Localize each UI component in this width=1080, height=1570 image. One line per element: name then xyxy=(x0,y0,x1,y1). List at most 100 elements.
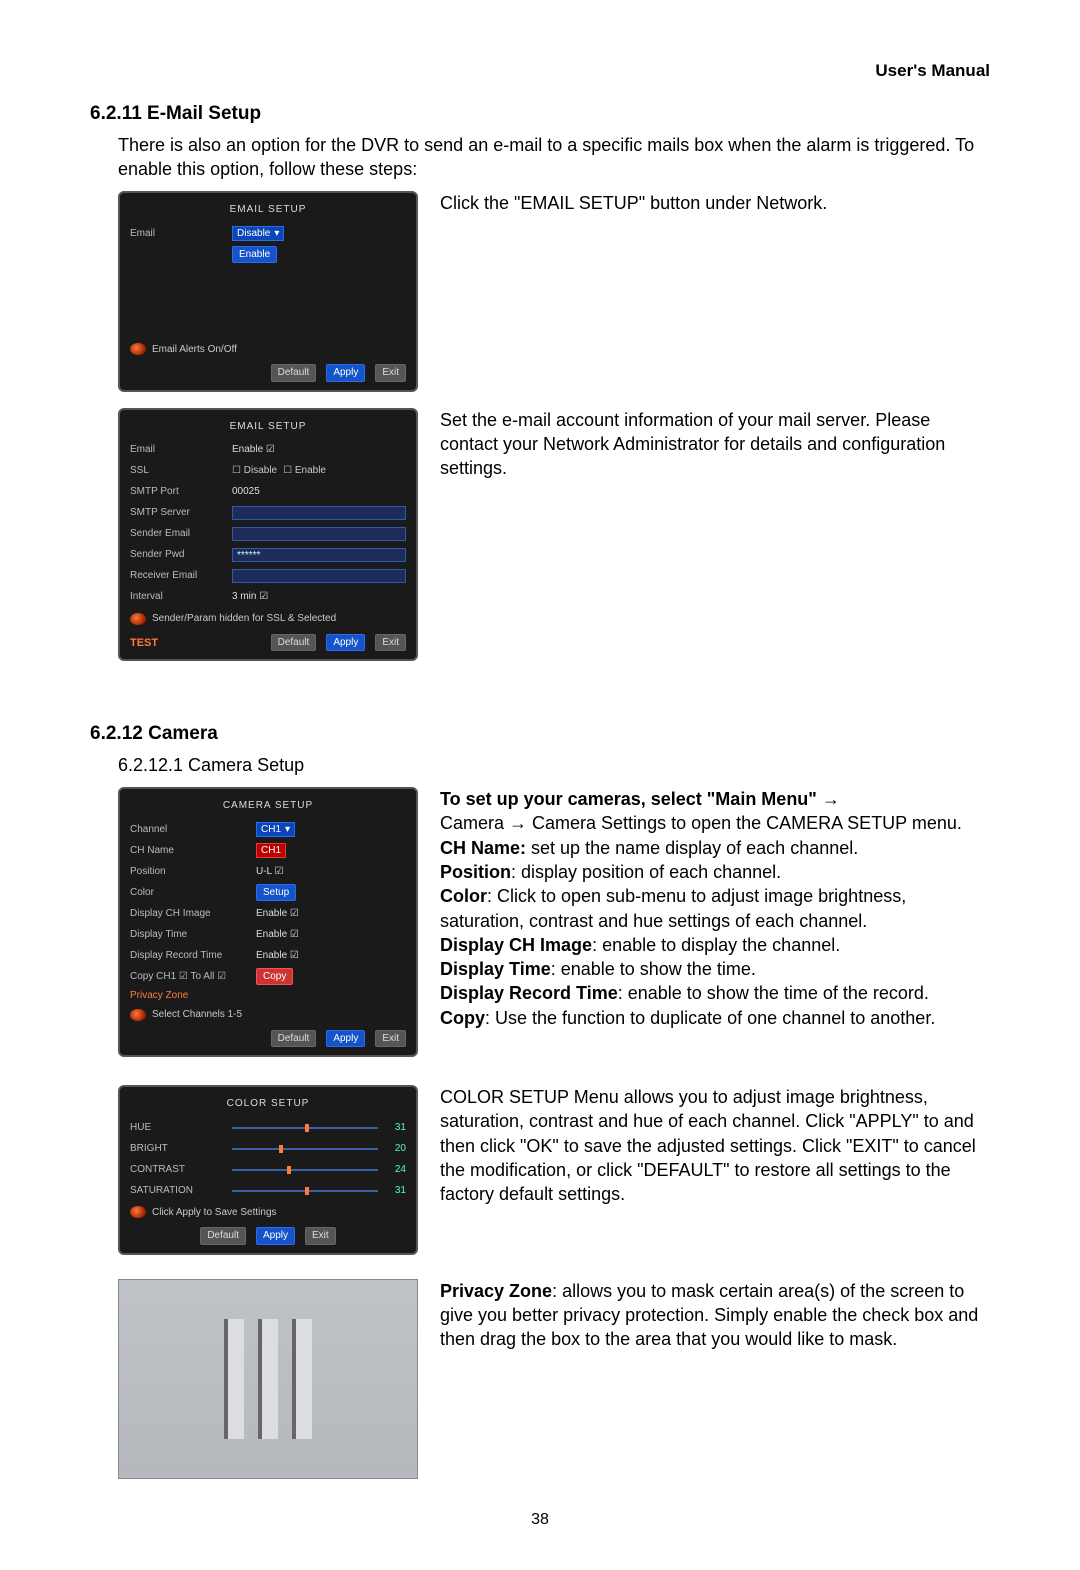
email-enable[interactable]: Enable ☑ xyxy=(232,443,275,457)
copy-button[interactable]: Copy xyxy=(256,968,293,986)
alert-icon xyxy=(130,613,146,625)
label-bold: Copy xyxy=(440,1008,485,1028)
label-bold: Display Record Time xyxy=(440,983,618,1003)
field-label: Interval xyxy=(130,590,226,604)
hue-label: HUE xyxy=(130,1121,226,1135)
field-label: SMTP Server xyxy=(130,506,226,520)
label-text: : Click to open sub-menu to adjust image… xyxy=(440,886,906,930)
camera-setup-text: To set up your cameras, select "Main Men… xyxy=(440,787,990,1030)
ssl-enable-radio[interactable]: ☐ Enable xyxy=(283,464,326,478)
contrast-label: CONTRAST xyxy=(130,1163,226,1177)
default-button[interactable]: Default xyxy=(271,364,317,382)
mask-bar-icon xyxy=(224,1319,244,1439)
panel-title: EMAIL SETUP xyxy=(130,420,406,434)
display-rectime-toggle[interactable]: Enable ☑ xyxy=(256,949,299,963)
select-value: Disable xyxy=(237,227,270,241)
email-desc-2: Set the e-mail account information of yo… xyxy=(440,408,990,481)
enable-option[interactable]: Enable xyxy=(232,246,277,264)
bright-slider[interactable] xyxy=(232,1144,378,1154)
field-label: CH Name xyxy=(130,844,250,858)
sender-email-input[interactable] xyxy=(232,527,406,541)
saturation-label: SATURATION xyxy=(130,1184,226,1198)
chname-input[interactable]: CH1 xyxy=(256,843,286,859)
saturation-slider[interactable] xyxy=(232,1186,378,1196)
contrast-slider[interactable] xyxy=(232,1165,378,1175)
privacy-zone-link[interactable]: Privacy Zone xyxy=(130,989,406,1003)
email-disable-select[interactable]: Disable ▾ xyxy=(232,226,284,242)
contrast-value: 24 xyxy=(384,1163,406,1177)
interval-value[interactable]: 3 min ☑ xyxy=(232,590,268,604)
apply-button[interactable]: Apply xyxy=(326,1030,365,1048)
email-intro: There is also an option for the DVR to s… xyxy=(118,133,990,182)
label-text: : enable to show the time of the record. xyxy=(618,983,929,1003)
default-button[interactable]: Default xyxy=(271,634,317,652)
label-text: set up the name display of each channel. xyxy=(526,838,858,858)
receiver-email-input[interactable] xyxy=(232,569,406,583)
alert-icon xyxy=(130,343,146,355)
hint-text: Sender/Param hidden for SSL & Selected xyxy=(152,612,336,626)
hint-text: Click Apply to Save Settings xyxy=(152,1206,277,1220)
mask-bar-icon xyxy=(292,1319,312,1439)
label-bold: Display Time xyxy=(440,959,551,979)
lead-rest: Camera → Camera Settings to open the CAM… xyxy=(440,813,962,833)
label-bold: Display CH Image xyxy=(440,935,592,955)
field-label: Display Time xyxy=(130,928,250,942)
test-button[interactable]: TEST xyxy=(130,636,158,651)
display-time-toggle[interactable]: Enable ☑ xyxy=(256,928,299,942)
email-label: Email xyxy=(130,227,226,241)
exit-button[interactable]: Exit xyxy=(375,1030,406,1048)
exit-button[interactable]: Exit xyxy=(375,364,406,382)
display-chimage-toggle[interactable]: Enable ☑ xyxy=(256,907,299,921)
color-setup-button[interactable]: Setup xyxy=(256,884,296,902)
hint-text: Email Alerts On/Off xyxy=(152,343,237,357)
label-text: : enable to show the time. xyxy=(551,959,756,979)
ssl-disable-radio[interactable]: ☐ Disable xyxy=(232,464,277,478)
channel-select[interactable]: CH1▾ xyxy=(256,822,295,838)
chevron-down-icon: ▾ xyxy=(285,823,290,837)
apply-button[interactable]: Apply xyxy=(326,634,365,652)
label-bold: CH Name: xyxy=(440,838,526,858)
default-button[interactable]: Default xyxy=(200,1227,246,1245)
privacy-zone-preview xyxy=(118,1279,418,1479)
panel-title: COLOR SETUP xyxy=(130,1097,406,1111)
position-select[interactable]: U-L ☑ xyxy=(256,865,284,879)
exit-button[interactable]: Exit xyxy=(305,1227,336,1245)
field-label: Color xyxy=(130,886,250,900)
hue-slider[interactable] xyxy=(232,1123,378,1133)
alert-icon xyxy=(130,1206,146,1218)
hue-value: 31 xyxy=(384,1121,406,1135)
color-setup-panel: COLOR SETUP HUE 31 BRIGHT 20 CONTRAST 24… xyxy=(118,1085,418,1255)
smtp-server-input[interactable] xyxy=(232,506,406,520)
smtp-port-value[interactable]: 00025 xyxy=(232,485,260,499)
chevron-down-icon: ▾ xyxy=(274,227,279,241)
sender-pwd-input[interactable]: ****** xyxy=(232,548,406,562)
mask-bar-icon xyxy=(258,1319,278,1439)
field-label: Sender Email xyxy=(130,527,226,541)
lead-bold: To set up your cameras, select "Main Men… xyxy=(440,789,822,809)
heading-camera: 6.2.12 Camera xyxy=(90,721,990,747)
apply-button[interactable]: Apply xyxy=(256,1227,295,1245)
email-desc-1: Click the "EMAIL SETUP" button under Net… xyxy=(440,191,990,215)
label-text: : display position of each channel. xyxy=(511,862,781,882)
bright-label: BRIGHT xyxy=(130,1142,226,1156)
hint-text: Select Channels 1-5 xyxy=(152,1008,242,1022)
exit-button[interactable]: Exit xyxy=(375,634,406,652)
field-label: Channel xyxy=(130,823,250,837)
field-label: Sender Pwd xyxy=(130,548,226,562)
color-setup-text: COLOR SETUP Menu allows you to adjust im… xyxy=(440,1085,990,1206)
apply-button[interactable]: Apply xyxy=(326,364,365,382)
heading-email-setup: 6.2.11 E-Mail Setup xyxy=(90,101,990,127)
subheading-camera-setup: 6.2.12.1 Camera Setup xyxy=(118,753,990,777)
field-label: Display CH Image xyxy=(130,907,250,921)
default-button[interactable]: Default xyxy=(271,1030,317,1048)
field-label: Position xyxy=(130,865,250,879)
email-setup-panel-2: EMAIL SETUP Email Enable ☑ SSL ☐ Disable… xyxy=(118,408,418,662)
field-label: Display Record Time xyxy=(130,949,250,963)
alert-icon xyxy=(130,1009,146,1021)
label-text: : enable to display the channel. xyxy=(592,935,840,955)
privacy-zone-text: Privacy Zone: allows you to mask certain… xyxy=(440,1279,990,1352)
email-setup-panel-1: EMAIL SETUP Email Disable ▾ Enable Email… xyxy=(118,191,418,392)
label-bold: Position xyxy=(440,862,511,882)
privacy-bold: Privacy Zone xyxy=(440,1281,552,1301)
field-label: Email xyxy=(130,443,226,457)
